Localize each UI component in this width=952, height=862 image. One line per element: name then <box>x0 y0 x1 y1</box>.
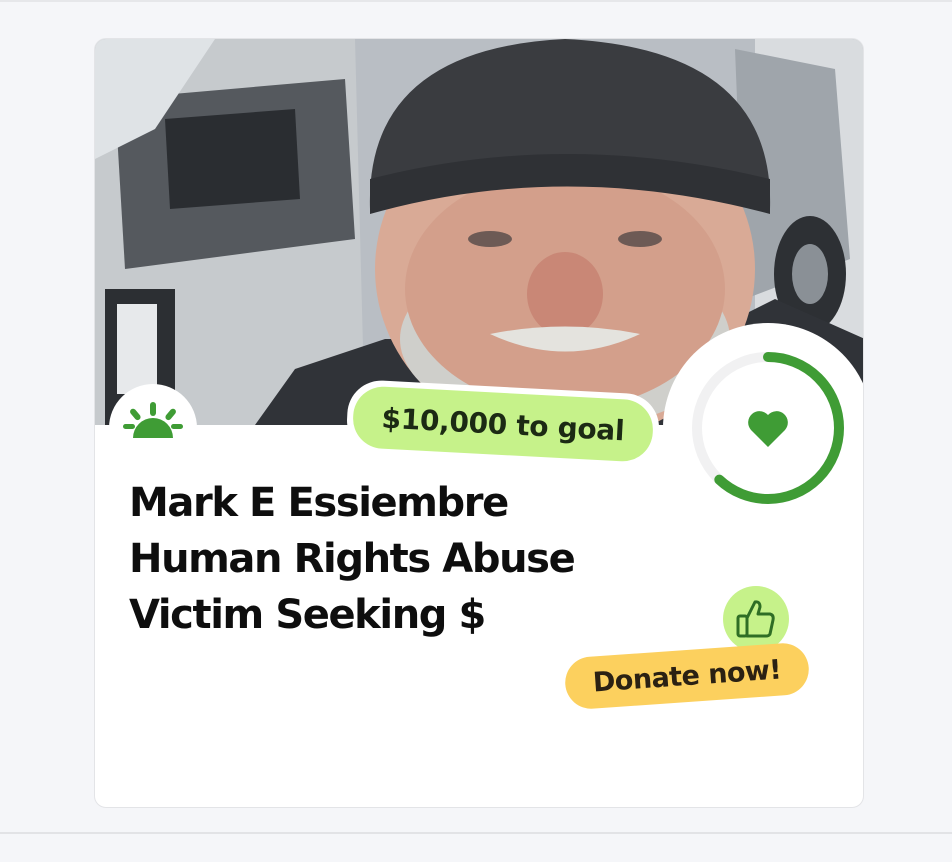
goal-badge: $10,000 to goal <box>345 378 661 470</box>
sunrise-logo-icon <box>109 384 197 472</box>
progress-ring <box>663 323 863 533</box>
title-line: Human Rights Abuse <box>129 536 576 582</box>
title-line: Mark E Essiembre <box>129 480 509 526</box>
donate-now-button[interactable]: Donate now! <box>563 641 811 711</box>
donate-cta[interactable]: Donate now! <box>563 584 825 714</box>
goal-label: $10,000 to goal <box>351 385 655 463</box>
title-line: Victim Seeking $ <box>129 592 486 638</box>
heart-icon <box>748 411 788 447</box>
fundraiser-card[interactable]: $10,000 to goal Mark E Essiembre Human R… <box>94 38 864 808</box>
campaign-title[interactable]: Mark E Essiembre Human Rights Abuse Vict… <box>129 475 629 643</box>
bottom-divider <box>0 832 952 834</box>
top-divider <box>0 0 952 2</box>
thumbs-up-icon <box>723 586 789 652</box>
